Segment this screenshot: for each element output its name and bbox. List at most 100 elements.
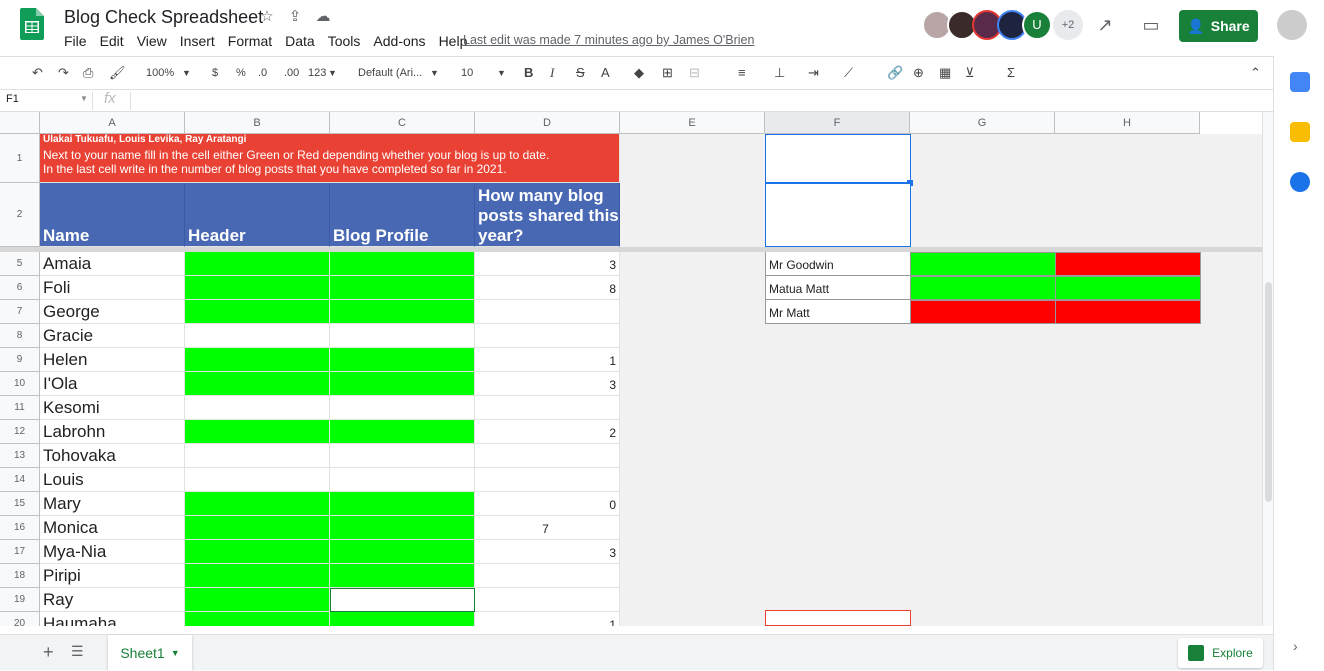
more-collaborators[interactable]: +2 [1053,10,1083,40]
posts-cell[interactable]: 8 [475,276,620,300]
borders-icon[interactable]: ⊞ [662,65,673,81]
menu-file[interactable]: File [64,33,87,49]
posts-cell[interactable] [475,564,620,588]
blog-profile-status-cell[interactable] [330,324,475,348]
header-status-cell[interactable] [185,372,330,396]
row-header[interactable]: 19 [0,588,40,612]
fill-color-icon[interactable]: ◆ [634,65,644,81]
sheets-logo-icon[interactable] [20,8,44,40]
col-header-c[interactable]: C [330,112,475,134]
header-status-cell[interactable] [185,252,330,276]
name-cell[interactable]: Haumaha [40,612,185,626]
account-avatar[interactable] [1277,10,1307,40]
calendar-icon[interactable] [1290,72,1310,92]
blog-profile-status-cell[interactable] [330,444,475,468]
teacher-status-cell[interactable] [1055,252,1201,276]
posts-cell[interactable]: 0 [475,492,620,516]
col-header-a[interactable]: A [40,112,185,134]
header-status-cell[interactable] [185,276,330,300]
name-cell[interactable]: Monica [40,516,185,540]
blog-profile-status-cell[interactable] [330,276,475,300]
row-header[interactable]: 16 [0,516,40,540]
comments-icon[interactable]: ▭ [1140,15,1162,37]
paint-format-icon[interactable]: 🖌 [109,65,126,81]
blog-profile-status-cell[interactable] [330,612,475,626]
last-edit-link[interactable]: Last edit was made 7 minutes ago by Jame… [463,33,754,47]
row-header[interactable]: 15 [0,492,40,516]
name-cell[interactable]: Piripi [40,564,185,588]
name-cell[interactable]: Mya-Nia [40,540,185,564]
posts-cell[interactable]: 2 [475,420,620,444]
instructions-cell[interactable]: Ulakai Tukuafu, Louis Levika, Ray Aratan… [40,134,620,183]
teacher-status-cell[interactable] [1055,276,1201,300]
posts-cell[interactable] [475,396,620,420]
col-header-h[interactable]: H [1055,112,1200,134]
name-box[interactable]: F1 [6,93,19,105]
move-to-folder-icon[interactable]: ⇪ [286,8,304,26]
insert-comment-icon[interactable]: ⊕ [913,65,924,81]
bold-button[interactable]: B [524,65,533,80]
blog-profile-status-cell[interactable] [330,588,475,612]
header-status-cell[interactable] [185,444,330,468]
name-cell[interactable]: Gracie [40,324,185,348]
zoom-select[interactable]: 100% [146,67,174,79]
strikethrough-button[interactable]: S [576,65,585,80]
menu-insert[interactable]: Insert [180,33,215,49]
star-icon[interactable]: ☆ [258,8,276,26]
header-status-cell[interactable] [185,300,330,324]
name-cell[interactable]: Ray [40,588,185,612]
header-status-cell[interactable] [185,516,330,540]
posts-cell[interactable] [475,300,620,324]
row-header[interactable]: 5 [0,252,40,276]
doc-title[interactable]: Blog Check Spreadsheet [64,7,263,28]
posts-cell[interactable]: 3 [475,372,620,396]
chevron-down-icon[interactable]: ▼ [328,68,337,78]
name-cell[interactable]: George [40,300,185,324]
posts-cell[interactable] [475,588,620,612]
activity-trend-icon[interactable]: ↗ [1094,15,1116,37]
functions-icon[interactable]: Σ [1007,65,1015,80]
row-header[interactable]: 1 [0,134,40,183]
print-icon[interactable]: ⎙ [83,65,93,81]
tasks-icon[interactable] [1290,172,1310,192]
vertical-scrollbar[interactable] [1262,112,1273,626]
name-cell[interactable]: Tohovaka [40,444,185,468]
row-header[interactable]: 14 [0,468,40,492]
increase-decimal[interactable]: .00 [284,67,299,79]
posts-cell[interactable]: 1 [475,348,620,372]
name-cell[interactable]: Helen [40,348,185,372]
blog-profile-status-cell[interactable] [330,348,475,372]
posts-cell[interactable]: 3 [475,540,620,564]
posts-cell[interactable] [475,444,620,468]
vertical-align-icon[interactable]: ⊥ [774,65,785,81]
header-name[interactable]: Name [40,183,185,247]
filter-icon[interactable]: ⊻ [965,65,975,81]
undo-icon[interactable]: ↶ [32,65,43,81]
name-cell[interactable]: Mary [40,492,185,516]
tab-sheet1[interactable]: Sheet1 ▼ [108,635,192,671]
font-select[interactable]: Default (Ari... [358,67,422,79]
decrease-decimal[interactable]: .0 [258,67,267,79]
teacher-name-cell[interactable]: Matua Matt [765,276,911,300]
select-all-corner[interactable] [0,112,40,134]
menu-tools[interactable]: Tools [328,33,361,49]
row-header[interactable]: 12 [0,420,40,444]
header-status-cell[interactable] [185,588,330,612]
menu-addons[interactable]: Add-ons [373,33,425,49]
explore-button[interactable]: Explore [1178,638,1263,668]
horizontal-align-icon[interactable]: ≡ [738,65,746,80]
merge-cells-icon[interactable]: ⊟ [689,65,700,81]
posts-cell[interactable]: 3 [475,252,620,276]
collapse-toolbar-icon[interactable]: ⌃ [1250,65,1261,81]
teacher-name-cell[interactable]: Mr Matt [765,300,911,324]
expand-panel-icon[interactable]: › [1293,638,1298,654]
cloud-status-icon[interactable]: ☁ [314,8,332,26]
menu-format[interactable]: Format [228,33,272,49]
header-status-cell[interactable] [185,564,330,588]
outlined-cell[interactable] [765,610,911,626]
add-sheet-icon[interactable]: + [43,642,54,663]
name-cell[interactable]: Labrohn [40,420,185,444]
blog-profile-status-cell[interactable] [330,540,475,564]
chevron-down-icon[interactable]: ▼ [80,94,88,103]
posts-cell[interactable]: 7 [475,516,620,540]
